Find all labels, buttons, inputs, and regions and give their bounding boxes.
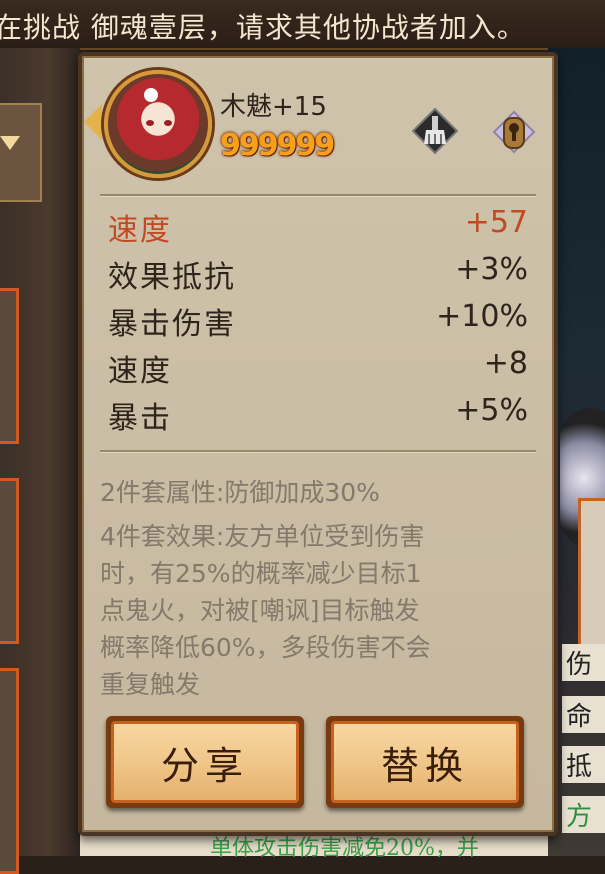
banner-text: 在挑战 御魂壹层，请求其他协战者加入。 [0,11,526,44]
background-text: 命 [562,696,605,733]
set4-line: 重复触发 [100,670,201,699]
sub-stat-row: 暴击 +5% [108,389,528,436]
share-button-label: 分享 [111,721,299,803]
kodama-portrait-icon [104,70,212,178]
dropdown-triangle-icon [0,136,20,150]
share-button[interactable]: 分享 [106,716,304,808]
stat-value: +57 [464,205,528,240]
set4-line: 概率降低60%，多段伤害不会 [100,633,431,662]
sub-stat-row: 暴击伤害 +10% [108,295,528,342]
background-dropdown-box [0,103,42,202]
background-text: 方 [562,796,605,833]
background-slot [0,478,19,644]
background-text: 伤 [562,644,605,681]
set4-line: 4件套效果:友方单位受到伤害 [100,522,425,551]
divider [100,194,536,197]
stat-value: +8 [483,346,528,381]
main-stat-row: 速度 +57 [108,201,528,248]
selection-arrow-icon [84,104,102,140]
background-left-panel [0,48,80,874]
background-side-panel [578,498,605,654]
replace-button[interactable]: 替换 [326,716,524,808]
stat-label: 暴击 [108,401,172,436]
soul-star-rating: 999999 [220,128,335,163]
replace-button-label: 替换 [331,721,519,803]
set2-effect-text: 2件套属性:防御加成30% [100,478,380,507]
sub-stat-row: 效果抵抗 +3% [108,248,528,295]
chat-banner: 在挑战 御魂壹层，请求其他协战者加入。 [0,0,605,50]
stats-list: 速度 +57 效果抵抗 +3% 暴击伤害 +10% 速度 +8 暴击 +5% [108,201,528,436]
soul-detail-card: 木魅+15 999999 速度 +57 效果抵抗 +3% 暴击伤害 +10% 速… [78,52,558,836]
stat-label: 速度 [108,213,172,248]
background-text: 抵 [562,746,605,783]
set4-line: 点鬼火，对被[嘲讽]目标触发 [100,596,420,625]
divider [100,450,536,453]
stat-label: 暴击伤害 [108,307,236,342]
brush-icon[interactable] [411,107,459,155]
background-slot [0,668,19,874]
stat-label: 效果抵抗 [108,260,236,295]
background-slot [0,288,19,444]
soul-name: 木魅+15 [220,92,327,122]
stat-value: +10% [436,299,528,334]
set4-line: 时，有25%的概率减少目标1 [100,559,422,588]
lock-icon[interactable] [490,108,538,156]
stat-label: 速度 [108,354,172,389]
soul-portrait [84,70,212,178]
set4-effect-text: 4件套效果:友方单位受到伤害 时，有25%的概率减少目标1 点鬼火，对被[嘲讽]… [100,518,540,703]
stat-value: +3% [455,252,528,287]
stat-value: +5% [455,393,528,428]
sub-stat-row: 速度 +8 [108,342,528,389]
